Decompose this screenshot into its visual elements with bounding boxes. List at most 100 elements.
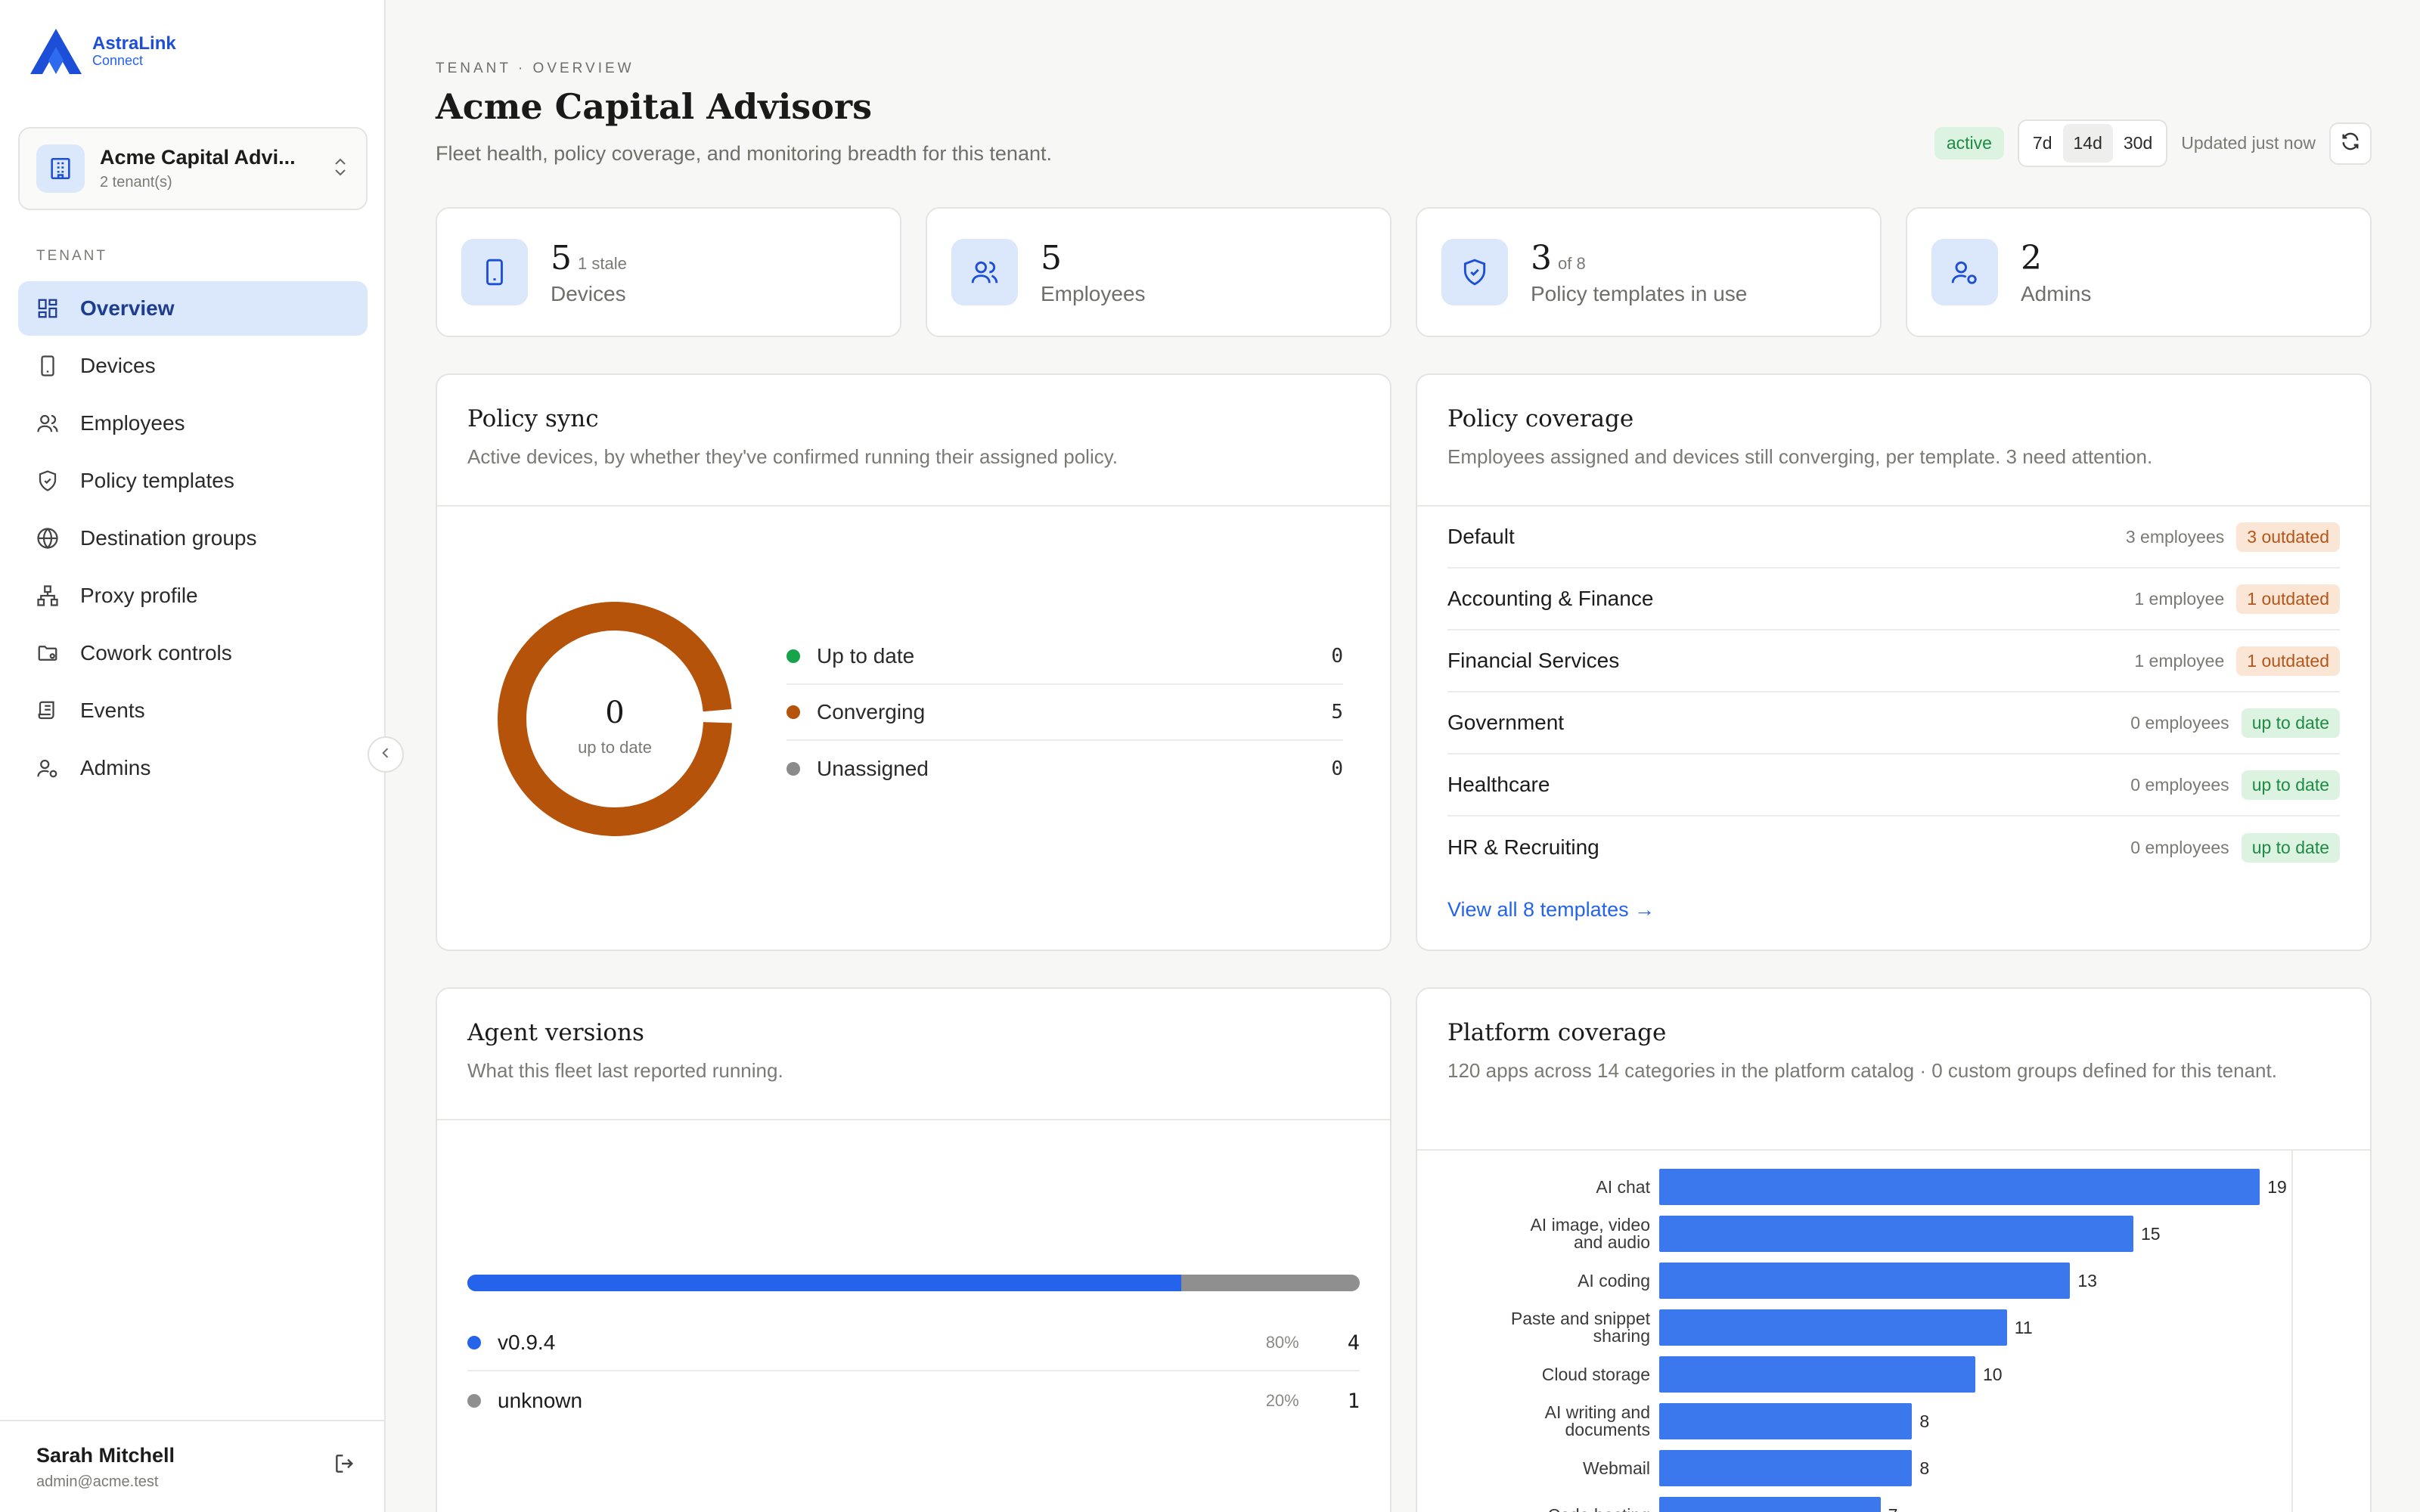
chart-category-label-line: Cloud storage <box>1541 1364 1650 1384</box>
coverage-row[interactable]: HR & Recruiting 0 employees up to date <box>1447 816 2340 878</box>
sidebar-item-label: Policy templates <box>80 469 234 492</box>
user-cog-icon <box>35 755 60 781</box>
chart-bar-value: 8 <box>1919 1411 1930 1431</box>
sidebar-item-devices[interactable]: Devices <box>18 339 368 393</box>
status-dot <box>786 705 800 719</box>
coverage-list: Default 3 employees 3 outdated Accountin… <box>1417 507 2370 878</box>
sidebar-item-admins[interactable]: Admins <box>18 741 368 795</box>
stat-card-devices[interactable]: 5 1 stale Devices <box>436 207 901 337</box>
device-icon <box>35 353 60 379</box>
sidebar-item-events[interactable]: Events <box>18 683 368 738</box>
range-30d-button[interactable]: 30d <box>2113 124 2163 163</box>
user-profile: Sarah Mitchell admin@acme.test <box>0 1420 386 1512</box>
sidebar-item-cowork-controls[interactable]: Cowork controls <box>18 626 368 680</box>
version-distribution-bar <box>467 1275 1360 1291</box>
sidebar-item-overview[interactable]: Overview <box>18 281 368 336</box>
chart-category-label-line: Webmail <box>1582 1458 1650 1478</box>
version-percent: 80% <box>1265 1333 1299 1352</box>
chart-bar[interactable] <box>1659 1356 1975 1393</box>
refresh-button[interactable] <box>2329 122 2372 165</box>
coverage-row[interactable]: Healthcare 0 employees up to date <box>1447 754 2340 816</box>
donut-center-label: up to date <box>578 738 652 757</box>
chart-bar[interactable] <box>1659 1450 1913 1486</box>
coverage-row[interactable]: Accounting & Finance 1 employee 1 outdat… <box>1447 569 2340 631</box>
sidebar-item-policy-templates[interactable]: Policy templates <box>18 454 368 508</box>
sync-row-unassigned: Unassigned 0 <box>786 741 1343 797</box>
coverage-row[interactable]: Government 0 employees up to date <box>1447 692 2340 754</box>
chart-bar[interactable] <box>1659 1216 2133 1252</box>
version-row: v0.9.4 80% 4 <box>467 1315 1360 1371</box>
version-label: v0.9.4 <box>498 1331 556 1354</box>
template-name: Government <box>1447 711 1565 734</box>
chevron-left-icon <box>378 745 393 764</box>
coverage-row[interactable]: Financial Services 1 employee 1 outdated <box>1447 631 2340 692</box>
brand-product: Connect <box>92 53 144 68</box>
chart-category-label: Code hosting <box>1547 1506 1650 1512</box>
stat-label: Policy templates in use <box>1531 281 1748 305</box>
sidebar-item-label: Events <box>80 699 145 722</box>
stat-value: 3 <box>1531 238 1552 277</box>
stat-card-employees[interactable]: 5 Employees <box>926 207 1392 337</box>
breadcrumb: TENANT · OVERVIEW <box>436 60 634 76</box>
view-all-templates-link[interactable]: View all 8 templates → <box>1447 898 2340 922</box>
sidebar-item-proxy-profile[interactable]: Proxy profile <box>18 569 368 623</box>
agent-versions-panel: Agent versions What this fleet last repo… <box>436 987 1392 1512</box>
chart-bar[interactable] <box>1659 1263 2071 1299</box>
policy-coverage-panel: Policy coverage Employees assigned and d… <box>1416 373 2372 951</box>
chart-category-label: AI writing and documents <box>1545 1404 1650 1439</box>
sidebar-item-label: Admins <box>80 756 151 779</box>
donut-center-value: 0 <box>605 696 624 730</box>
panel-title: Policy sync <box>467 405 599 432</box>
logout-icon[interactable] <box>333 1452 357 1479</box>
status-badge: up to date <box>2241 770 2340 800</box>
sync-row-converging: Converging 5 <box>786 685 1343 741</box>
astralink-logo-icon <box>30 29 82 74</box>
coverage-row[interactable]: Default 3 employees 3 outdated <box>1447 507 2340 569</box>
chart-bar[interactable] <box>1659 1309 2007 1346</box>
chart-bar[interactable] <box>1659 1403 1913 1439</box>
sidebar-item-label: Cowork controls <box>80 641 232 665</box>
network-icon <box>35 583 60 609</box>
chart-category-label-line: AI writing and <box>1544 1402 1650 1422</box>
chart-bar-value: 10 <box>1983 1365 2003 1384</box>
overview-icon <box>35 296 60 321</box>
building-icon <box>36 144 85 193</box>
status-dot <box>786 762 800 776</box>
chart-category-label-line: AI coding <box>1578 1270 1650 1290</box>
collapse-sidebar-button[interactable] <box>368 736 404 773</box>
chart-bar[interactable] <box>1659 1497 1881 1512</box>
sidebar-item-label: Overview <box>80 296 175 320</box>
policy-sync-donut: 0 up to date <box>498 602 732 836</box>
sidebar-nav: Overview Devices Employees Policy templa… <box>18 281 368 798</box>
brand-logo[interactable]: AstraLink Connect <box>29 27 176 77</box>
range-14d-button[interactable]: 14d <box>2062 124 2113 163</box>
panel-title: Platform coverage <box>1447 1019 1667 1046</box>
sync-value: 5 <box>1331 701 1343 723</box>
chart-category-label: Webmail <box>1582 1458 1650 1478</box>
stat-value: 5 <box>551 238 572 277</box>
template-name: Accounting & Finance <box>1447 587 1654 610</box>
range-7d-button[interactable]: 7d <box>2022 124 2063 163</box>
tenant-switcher[interactable]: Acme Capital Advi... 2 tenant(s) <box>18 127 368 210</box>
sidebar-item-label: Proxy profile <box>80 584 198 607</box>
version-percent: 20% <box>1265 1391 1299 1410</box>
status-badge: 3 outdated <box>2236 522 2340 552</box>
stat-label: Employees <box>1041 281 1146 305</box>
chart-bar[interactable] <box>1659 1169 2260 1205</box>
version-label: unknown <box>498 1389 583 1412</box>
stat-card-policy-templates[interactable]: 3 of 8 Policy templates in use <box>1416 207 1882 337</box>
version-count: 1 <box>1347 1389 1360 1413</box>
stat-card-admins[interactable]: 2 Admins <box>1906 207 2372 337</box>
sidebar: AstraLink Connect Acme Capital Advi... 2… <box>0 0 386 1512</box>
sidebar-item-employees[interactable]: Employees <box>18 396 368 451</box>
employee-count: 0 employees <box>2130 837 2229 857</box>
updated-status: Updated just now <box>2181 133 2316 153</box>
panel-title: Agent versions <box>467 1019 644 1046</box>
shield-icon <box>35 468 60 494</box>
page-title: Acme Capital Advisors <box>436 86 873 127</box>
status-dot <box>786 649 800 663</box>
chart-category-label-line: Paste and snippet <box>1510 1309 1650 1328</box>
chart-category-label: AI coding <box>1578 1272 1650 1290</box>
sync-value: 0 <box>1331 758 1343 780</box>
sidebar-item-destination-groups[interactable]: Destination groups <box>18 511 368 565</box>
